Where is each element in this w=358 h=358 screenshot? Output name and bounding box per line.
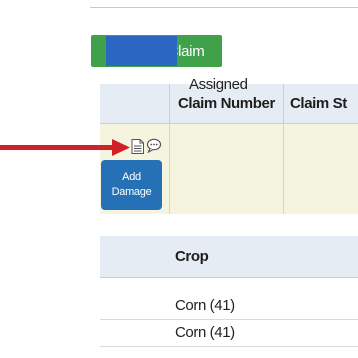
top-divider [90,7,358,8]
claim-status-cell: Assigned [189,76,248,93]
crop-row: Corn (41) [100,320,358,347]
add-damage-label-line2: Damage [111,186,152,198]
crop-table-header: Crop [100,236,358,278]
comment-icon[interactable] [146,138,162,153]
add-damage-label-line1: Add [122,171,141,183]
column-divider [169,124,170,214]
header-claim-status[interactable]: Claim St [283,84,358,123]
claim-number-redacted[interactable] [106,36,177,66]
annotation-arrow [0,139,130,156]
crop-table: Crop Corn (41) Corn (41) [100,236,358,358]
crop-cell: Corn (41) [175,297,235,314]
add-damage-button[interactable]: Add Damage [101,160,162,210]
column-divider [283,124,284,214]
crop-row: Corn (41) [100,293,358,320]
header-crop[interactable]: Crop [175,236,209,277]
crop-cell: Corn (41) [175,324,235,341]
document-icon[interactable] [131,139,144,154]
